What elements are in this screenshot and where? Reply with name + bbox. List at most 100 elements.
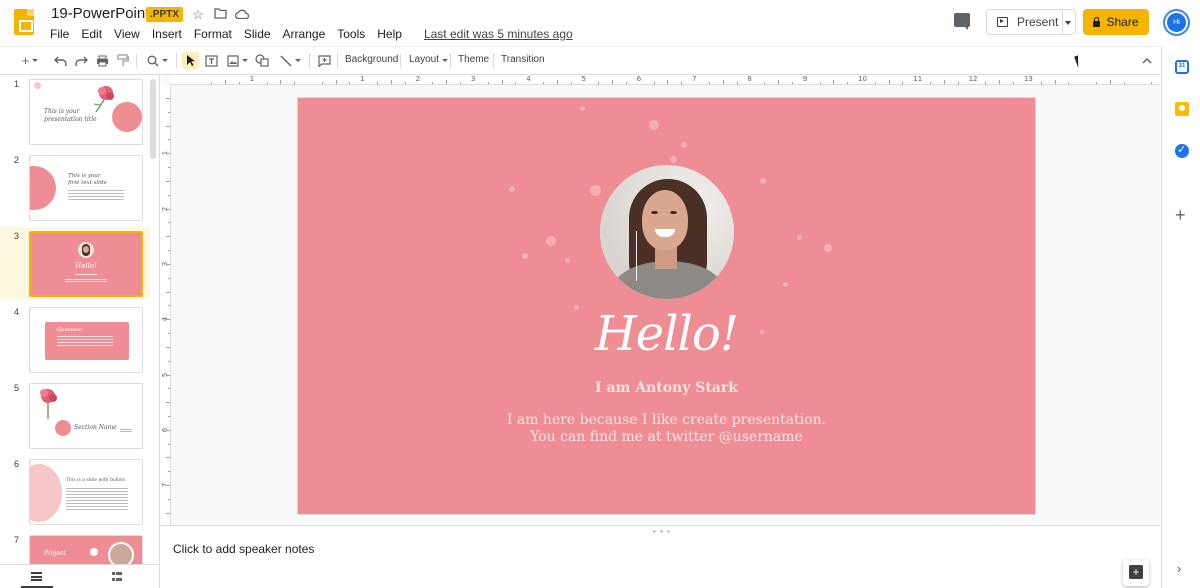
decorative-dot (580, 106, 585, 111)
move-folder-icon[interactable] (212, 7, 228, 23)
slide-heading[interactable]: Hello! (298, 306, 1035, 362)
ruler-label: 7 (692, 75, 697, 83)
shape-button[interactable] (254, 52, 270, 69)
ruler-label: 6 (636, 75, 642, 83)
menu-slide[interactable]: Slide (238, 26, 277, 42)
slides-logo-icon[interactable] (14, 9, 34, 35)
slide-thumbnail-row[interactable]: 3 Hello! (0, 227, 150, 299)
shapes-icon (255, 54, 269, 67)
layout-button[interactable]: Layout (409, 54, 449, 65)
ruler-tick (874, 82, 876, 84)
collapse-menus-button[interactable] (1140, 52, 1154, 69)
menu-insert[interactable]: Insert (146, 26, 188, 42)
toolbar-separator (309, 53, 310, 68)
slide-thumbnail[interactable]: This is a slide with bullets (29, 459, 143, 525)
theme-button[interactable]: Theme (458, 54, 489, 65)
ruler-tick (294, 82, 296, 84)
tasks-icon[interactable] (1175, 143, 1189, 158)
ruler-tick (211, 82, 213, 84)
comment-history-icon[interactable] (954, 13, 970, 30)
present-button[interactable]: Present (986, 9, 1063, 35)
ruler-label: 13 (1023, 75, 1033, 83)
undo-icon (53, 56, 67, 66)
line-button[interactable] (276, 52, 304, 69)
slide-presenter-name[interactable]: I am Antony Stark (298, 380, 1035, 396)
keep-icon[interactable] (1175, 102, 1189, 116)
explore-button[interactable] (1123, 560, 1149, 586)
slide-thumbnail-row[interactable]: 2 This is your first text slide (0, 151, 150, 223)
slide-thumbnail-row[interactable]: 1 This is your presentation title (0, 75, 150, 147)
profile-photo[interactable] (600, 165, 734, 299)
horizontal-ruler[interactable]: 1 1 2 3 4 5 6 7 8 9 10 11 12 13 (171, 75, 1160, 85)
ruler-label: 9 (802, 75, 808, 83)
decorative-dot (670, 156, 677, 163)
ruler-tick (335, 80, 337, 84)
slide-description[interactable]: I am here because I like create presenta… (298, 412, 1035, 446)
print-button[interactable] (94, 52, 110, 69)
grid-view-icon[interactable] (112, 572, 122, 581)
slide-thumbnail[interactable]: This is your presentation title (29, 79, 143, 145)
zoom-icon (147, 55, 159, 67)
current-slide[interactable]: Hello! I am Antony Stark I am here becau… (298, 98, 1035, 514)
notes-resize-handle[interactable]: • • • (653, 527, 671, 536)
menu-edit[interactable]: Edit (75, 26, 108, 42)
new-slide-button[interactable]: + (16, 52, 44, 69)
chevron-right-icon[interactable]: › (1177, 561, 1181, 576)
menu-file[interactable]: File (44, 26, 75, 42)
toolbar-separator (400, 53, 401, 68)
present-options-dropdown[interactable] (1062, 9, 1076, 35)
ruler-tick (446, 80, 448, 84)
slide-thumbnail[interactable]: This is your first text slide (29, 155, 143, 221)
last-edit-link[interactable]: Last edit was 5 minutes ago (424, 26, 573, 42)
menu-format[interactable]: Format (188, 26, 238, 42)
get-addons-icon[interactable]: + (1175, 206, 1186, 224)
document-title[interactable]: 19-PowerPoint (51, 5, 149, 22)
thumb-decoration (55, 420, 71, 436)
menu-view[interactable]: View (108, 26, 146, 42)
ruler-tick (166, 291, 170, 293)
toolbar-separator (450, 53, 451, 68)
cloud-status-icon[interactable] (234, 7, 250, 23)
filmstrip-view-icon[interactable] (31, 572, 42, 581)
text-box-button[interactable] (203, 52, 219, 69)
ruler-tick (166, 180, 170, 182)
paint-format-button[interactable] (115, 52, 131, 69)
ruler-tick (168, 111, 170, 113)
transition-button[interactable]: Transition (501, 54, 545, 65)
speaker-notes-panel: • • • Click to add speaker notes (161, 525, 1160, 588)
slide-thumbnail-row[interactable]: 4 Quotation (0, 303, 150, 375)
slide-thumbnail-row[interactable]: 5 Section Name (0, 379, 150, 451)
slide-thumbnail[interactable]: Quotation (29, 307, 143, 373)
ruler-tick (708, 82, 710, 84)
ruler-tick (166, 485, 170, 487)
ruler-tick (653, 82, 655, 84)
chevron-down-icon (442, 59, 449, 62)
slide-thumbnail-row[interactable]: 6 This is a slide with bullets (0, 455, 150, 527)
insert-image-button[interactable] (224, 52, 250, 69)
select-tool-button[interactable] (182, 52, 199, 69)
star-icon[interactable]: ☆ (190, 7, 206, 23)
slide-thumbnail[interactable]: Hello! (29, 231, 143, 297)
ruler-tick (168, 498, 170, 500)
filmstrip-scrollbar[interactable] (150, 79, 156, 159)
account-avatar[interactable] (1163, 9, 1190, 36)
calendar-icon[interactable] (1175, 60, 1189, 74)
decorative-dot (681, 142, 687, 148)
vertical-ruler[interactable]: 1234567 (161, 85, 171, 525)
flower-image (34, 386, 64, 420)
ruler-tick (543, 82, 545, 84)
ruler-label: 11 (913, 75, 923, 83)
menu-tools[interactable]: Tools (331, 26, 371, 42)
undo-button[interactable] (52, 52, 68, 69)
ruler-tick (764, 82, 766, 84)
share-button[interactable]: Share (1083, 9, 1149, 35)
slide-thumbnail[interactable]: Section Name (29, 383, 143, 449)
add-comment-button[interactable] (316, 52, 332, 69)
menu-arrange[interactable]: Arrange (277, 26, 332, 42)
thumb-body-lines (57, 336, 113, 346)
zoom-button[interactable] (143, 52, 171, 69)
menu-help[interactable]: Help (371, 26, 408, 42)
redo-button[interactable] (73, 52, 89, 69)
speaker-notes-input[interactable]: Click to add speaker notes (173, 542, 314, 556)
background-button[interactable]: Background (345, 54, 398, 65)
